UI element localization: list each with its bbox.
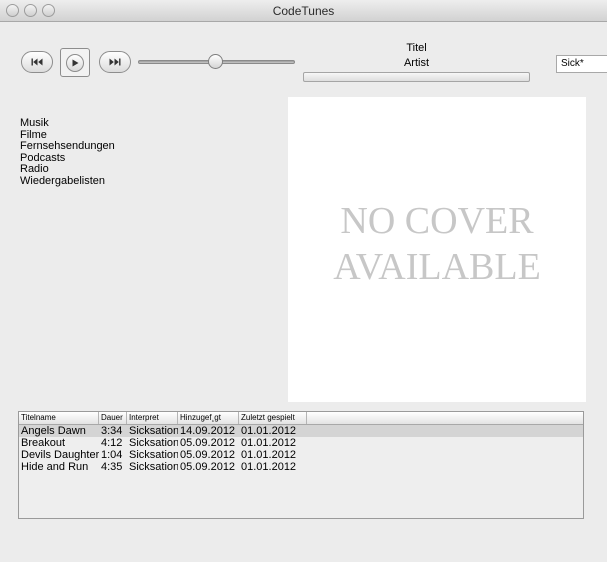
cell-title: Hide and Run: [21, 461, 89, 473]
app-window: CodeTunes Titel Artist Sick* Musik Filme…: [0, 0, 607, 562]
now-playing-artist: Artist: [403, 57, 430, 69]
album-cover: NO COVER AVAILABLE: [288, 97, 586, 402]
cell-duration: 4:35: [101, 461, 123, 473]
play-icon: [72, 59, 79, 66]
table-row[interactable]: Devils Daughter 1:04 Sicksation 05.09.20…: [19, 449, 583, 461]
window-title: CodeTunes: [272, 4, 335, 18]
table-row[interactable]: Hide and Run 4:35 Sicksation 05.09.2012 …: [19, 461, 583, 473]
cell-title: Angels Dawn: [21, 425, 86, 437]
column-header-titelname[interactable]: Titelname: [19, 412, 99, 424]
cell-added: 05.09.2012: [180, 437, 236, 449]
previous-track-button[interactable]: [21, 51, 53, 73]
cell-artist: Sicksation: [129, 461, 178, 473]
sidebar-item-musik[interactable]: Musik: [20, 117, 180, 130]
column-header-dauer[interactable]: Dauer: [99, 412, 127, 424]
no-cover-placeholder: NO COVER AVAILABLE: [288, 198, 586, 290]
skip-forward-icon: [109, 58, 121, 66]
title-bar[interactable]: CodeTunes: [0, 0, 607, 22]
volume-slider-knob[interactable]: [208, 54, 223, 69]
play-button-face: [66, 53, 84, 72]
no-cover-line-1: NO COVER: [340, 200, 534, 242]
cell-added: 14.09.2012: [180, 425, 236, 437]
skip-back-icon: [31, 58, 43, 66]
library-sidebar: Musik Filme Fernsehsendungen Podcasts Ra…: [20, 117, 180, 188]
cell-last-played: 01.01.2012: [241, 461, 297, 473]
cell-duration: 3:34: [101, 425, 123, 437]
column-header-hinzugefuegt[interactable]: Hinzugef¸gt: [178, 412, 239, 424]
cell-artist: Sicksation: [129, 437, 178, 449]
column-header-filler: [307, 412, 583, 424]
table-header: Titelname Dauer Interpret Hinzugef¸gt Zu…: [19, 412, 583, 425]
next-track-button[interactable]: [99, 51, 131, 73]
column-header-zuletzt-gespielt[interactable]: Zuletzt gespielt: [239, 412, 307, 424]
search-field[interactable]: Sick*: [556, 55, 607, 73]
column-header-interpret[interactable]: Interpret: [127, 412, 178, 424]
cell-title: Devils Daughter: [21, 449, 99, 461]
table-row[interactable]: Angels Dawn 3:34 Sicksation 14.09.2012 0…: [19, 425, 583, 437]
cell-artist: Sicksation: [129, 449, 178, 461]
cell-last-played: 01.01.2012: [241, 449, 297, 461]
track-progress-bar[interactable]: [303, 72, 530, 82]
cell-added: 05.09.2012: [180, 449, 236, 461]
cell-added: 05.09.2012: [180, 461, 236, 473]
cell-duration: 4:12: [101, 437, 123, 449]
track-table: Titelname Dauer Interpret Hinzugef¸gt Zu…: [18, 411, 584, 519]
no-cover-line-2: AVAILABLE: [333, 246, 541, 288]
cell-last-played: 01.01.2012: [241, 437, 297, 449]
now-playing-title: Titel: [406, 42, 427, 54]
table-row[interactable]: Breakout 4:12 Sicksation 05.09.2012 01.0…: [19, 437, 583, 449]
cell-last-played: 01.01.2012: [241, 425, 297, 437]
sidebar-item-wiedergabelisten[interactable]: Wiedergabelisten: [20, 175, 180, 188]
cell-title: Breakout: [21, 437, 66, 449]
cell-duration: 1:04: [101, 449, 123, 461]
play-button[interactable]: [60, 48, 90, 77]
cell-artist: Sicksation: [129, 425, 178, 437]
